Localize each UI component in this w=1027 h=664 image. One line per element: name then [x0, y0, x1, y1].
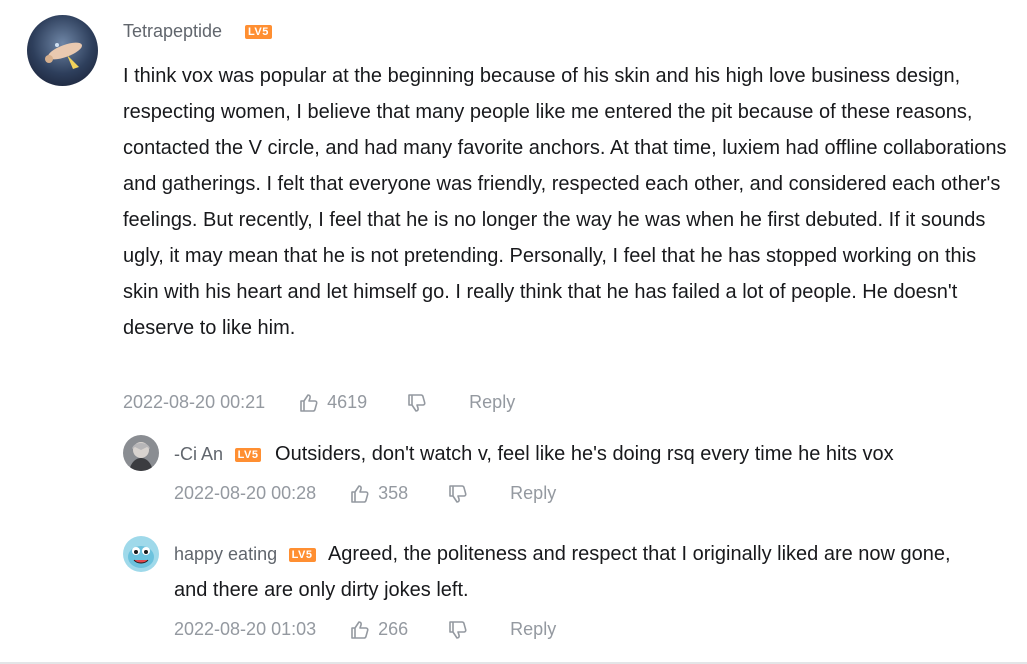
like-button[interactable]: 4619 — [299, 392, 367, 413]
reply-line: happy eating LV5 Agreed, the politeness … — [174, 536, 974, 608]
reply-reply-button[interactable]: Reply — [510, 483, 556, 504]
reply-time: 2022-08-20 01:03 — [174, 619, 317, 639]
thumbs-up-icon — [300, 393, 318, 412]
reply-level-badge: LV5 — [234, 448, 262, 462]
reply-avatar-image — [123, 435, 159, 471]
reply-meta: 2022-08-20 00:28 358 Reply — [174, 483, 556, 504]
username[interactable]: Tetrapeptide — [123, 21, 222, 42]
thumbs-down-icon — [449, 620, 467, 639]
reply-text: Outsiders, don't watch v, feel like he's… — [275, 443, 894, 465]
comment-time: 2022-08-20 00:21 — [123, 392, 266, 412]
reply-avatar[interactable] — [123, 435, 159, 471]
thumbs-up-icon — [351, 620, 369, 639]
dislike-button[interactable] — [407, 393, 427, 413]
reply-like-count: 358 — [378, 483, 409, 503]
reply-username[interactable]: -Ci An — [174, 444, 223, 464]
thumbs-down-icon — [408, 393, 426, 412]
avatar-image — [27, 15, 98, 86]
reply-avatar-image — [123, 536, 159, 572]
level-badge: LV5 — [245, 25, 272, 39]
reply-line: -Ci An LV5 Outsiders, don't watch v, fee… — [174, 436, 1024, 472]
comment-text: I think vox was popular at the beginning… — [123, 65, 1007, 339]
reply-meta: 2022-08-20 01:03 266 Reply — [174, 619, 556, 640]
reply-like-button[interactable]: 266 — [350, 619, 408, 640]
reply-like-button[interactable]: 358 — [350, 483, 408, 504]
reply-reply-button[interactable]: Reply — [510, 619, 556, 640]
reply-username[interactable]: happy eating — [174, 544, 277, 564]
avatar[interactable] — [27, 15, 98, 86]
thumbs-up-icon — [351, 484, 369, 503]
reply-level-badge: LV5 — [288, 548, 316, 562]
reply-dislike-button[interactable] — [448, 484, 468, 504]
comment-meta: 2022-08-20 00:21 4619 Reply — [123, 392, 515, 413]
reply-avatar[interactable] — [123, 536, 159, 572]
like-count: 4619 — [327, 392, 368, 412]
reply-time: 2022-08-20 00:28 — [174, 483, 317, 503]
reply-button[interactable]: Reply — [469, 392, 515, 413]
reply-like-count: 266 — [378, 619, 409, 639]
reply-dislike-button[interactable] — [448, 620, 468, 640]
thumbs-down-icon — [449, 484, 467, 503]
